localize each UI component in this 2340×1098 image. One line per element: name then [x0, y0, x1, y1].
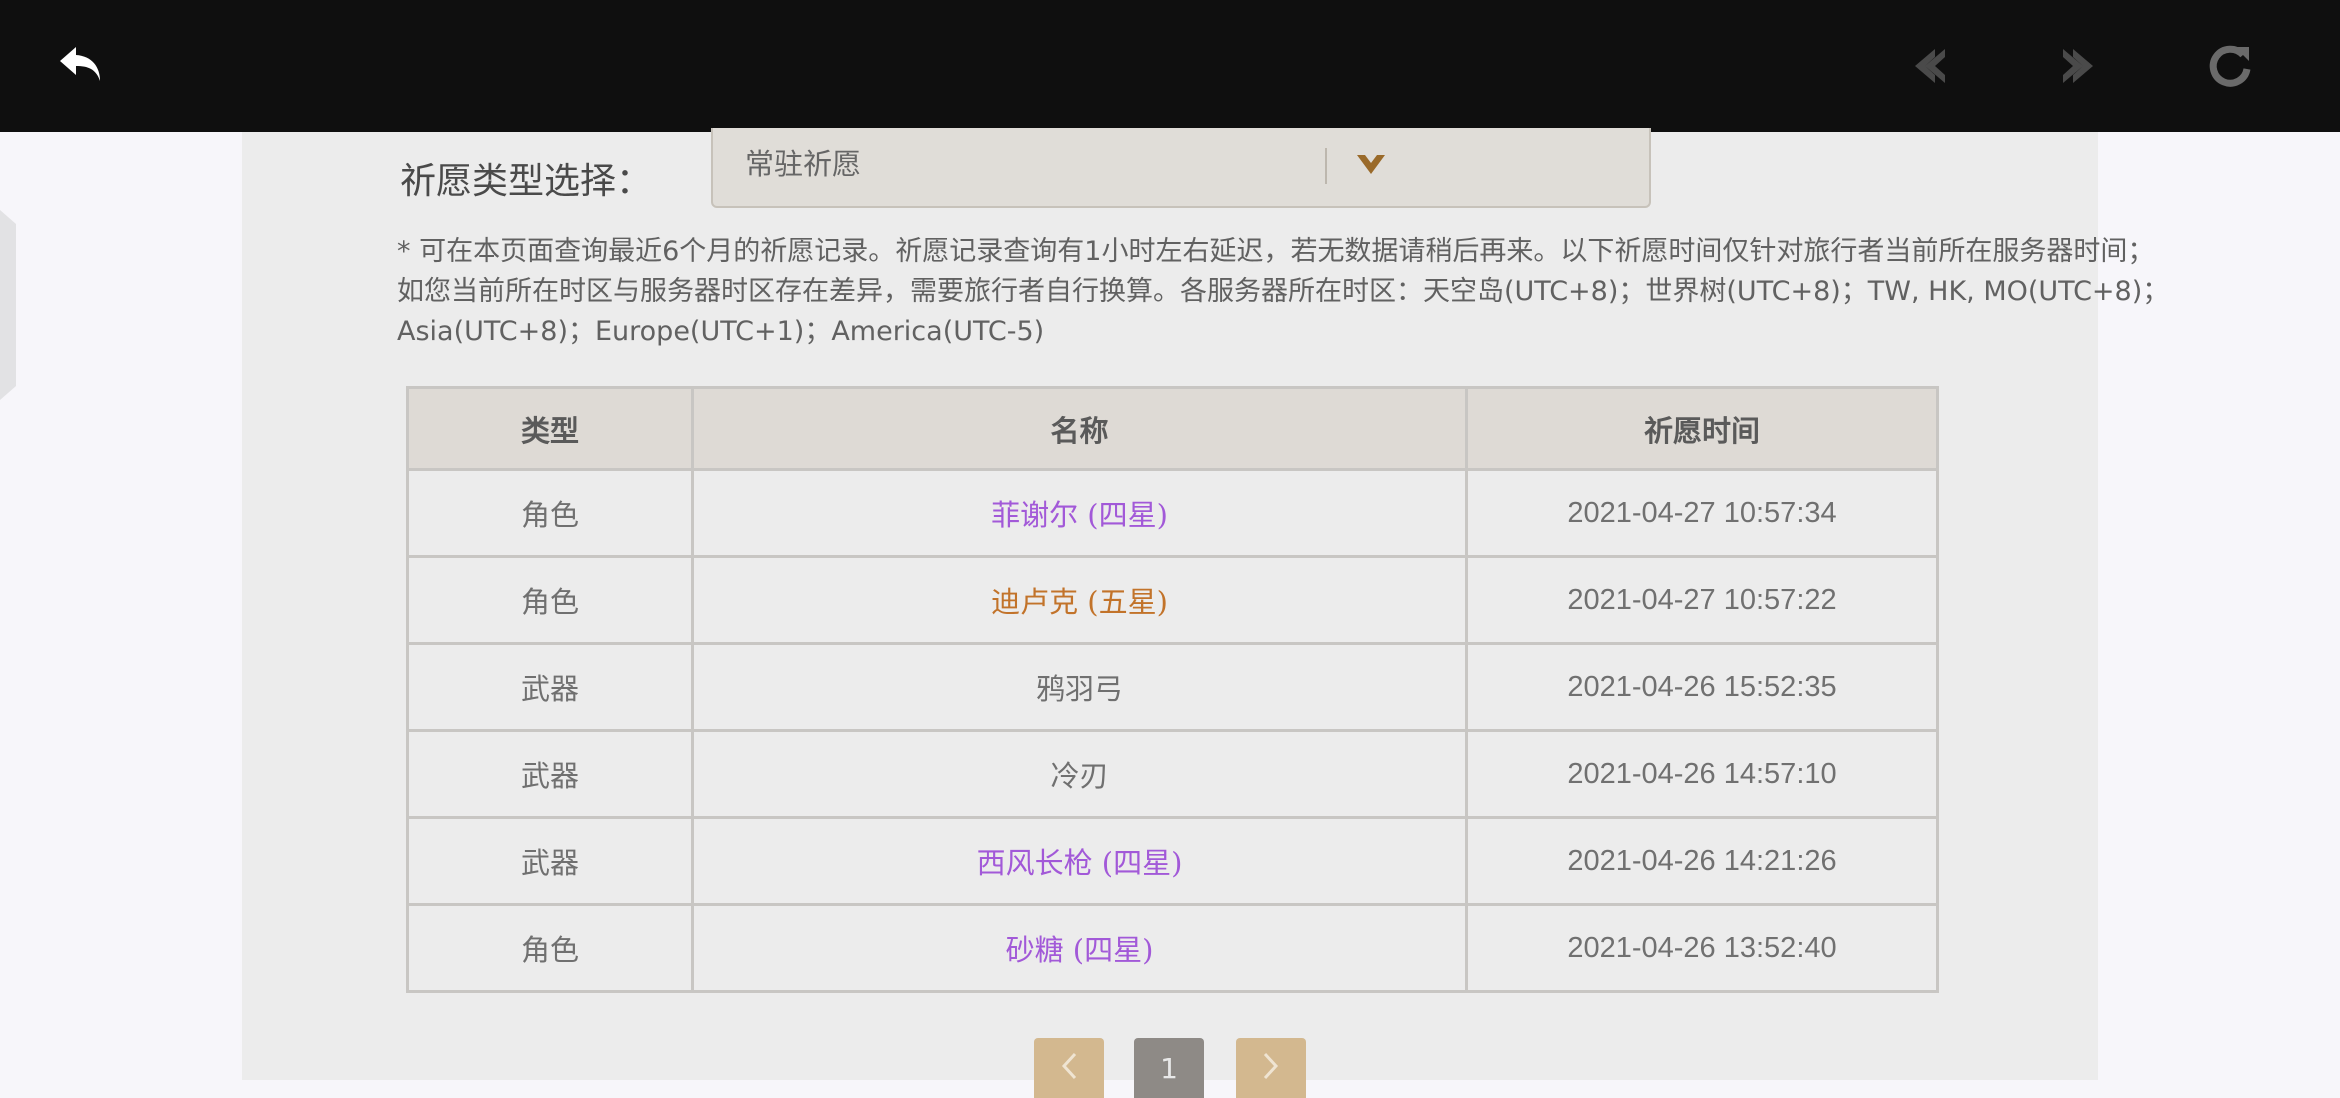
- row-time: 2021-04-26 15:52:35: [1465, 642, 1939, 732]
- table-row: 武器 冷刃 2021-04-26 14:57:10: [406, 729, 1939, 819]
- row-type: 角色: [406, 468, 694, 558]
- table-row: 角色 菲谢尔 (四星) 2021-04-27 10:57:34: [406, 468, 1939, 558]
- row-name: 冷刃: [691, 729, 1468, 819]
- refresh-icon[interactable]: [2200, 36, 2260, 96]
- table-row: 武器 鸦羽弓 2021-04-26 15:52:35: [406, 642, 1939, 732]
- table-row: 武器 西风长枪 (四星) 2021-04-26 14:21:26: [406, 816, 1939, 906]
- row-name: 鸦羽弓: [691, 642, 1468, 732]
- edge-decoration: [0, 210, 20, 400]
- row-name: 迪卢克 (五星): [691, 555, 1468, 645]
- select-divider: [1325, 148, 1327, 184]
- back-arrow-icon[interactable]: [52, 36, 112, 96]
- row-time: 2021-04-27 10:57:22: [1465, 555, 1939, 645]
- header-name: 名称: [691, 386, 1468, 471]
- current-page-button[interactable]: 1: [1134, 1038, 1204, 1098]
- nav-forward-icon[interactable]: [2048, 36, 2108, 96]
- table-row: 角色 迪卢克 (五星) 2021-04-27 10:57:22: [406, 555, 1939, 645]
- row-name: 西风长枪 (四星): [691, 816, 1468, 906]
- header-time: 祈愿时间: [1465, 386, 1939, 471]
- notice-text: * 可在本页面查询最近6个月的祈愿记录。祈愿记录查询有1小时左右延迟，若无数据请…: [397, 236, 2170, 347]
- chevron-down-icon[interactable]: [1341, 146, 1401, 184]
- wish-history-panel: 祈愿类型选择： 常驻祈愿 * 可在本页面查询最近6个月的祈愿记录。祈愿记录查询有…: [242, 128, 2169, 1098]
- top-navigation-bar: [0, 0, 2340, 132]
- next-page-button[interactable]: [1236, 1038, 1306, 1098]
- row-type: 武器: [406, 729, 694, 819]
- row-type: 角色: [406, 903, 694, 993]
- row-type: 武器: [406, 816, 694, 906]
- header-type: 类型: [406, 386, 694, 471]
- row-time: 2021-04-26 13:52:40: [1465, 903, 1939, 993]
- table-row: 角色 砂糖 (四星) 2021-04-26 13:52:40: [406, 903, 1939, 993]
- table-header-row: 类型 名称 祈愿时间: [406, 386, 1939, 471]
- prev-page-button[interactable]: [1034, 1038, 1104, 1098]
- row-time: 2021-04-26 14:57:10: [1465, 729, 1939, 819]
- row-time: 2021-04-27 10:57:34: [1465, 468, 1939, 558]
- wish-type-label: 祈愿类型选择：: [400, 161, 653, 202]
- wish-type-selected-value: 常驻祈愿: [745, 147, 862, 181]
- wish-type-select[interactable]: 常驻祈愿: [711, 128, 1651, 208]
- row-name: 菲谢尔 (四星): [691, 468, 1468, 558]
- row-time: 2021-04-26 14:21:26: [1465, 816, 1939, 906]
- nav-back-icon[interactable]: [1900, 36, 1960, 96]
- row-type: 角色: [406, 555, 694, 645]
- row-name: 砂糖 (四星): [691, 903, 1468, 993]
- wish-history-table: 类型 名称 祈愿时间 角色 菲谢尔 (四星) 2021-04-27 10:57:…: [406, 386, 1939, 993]
- row-type: 武器: [406, 642, 694, 732]
